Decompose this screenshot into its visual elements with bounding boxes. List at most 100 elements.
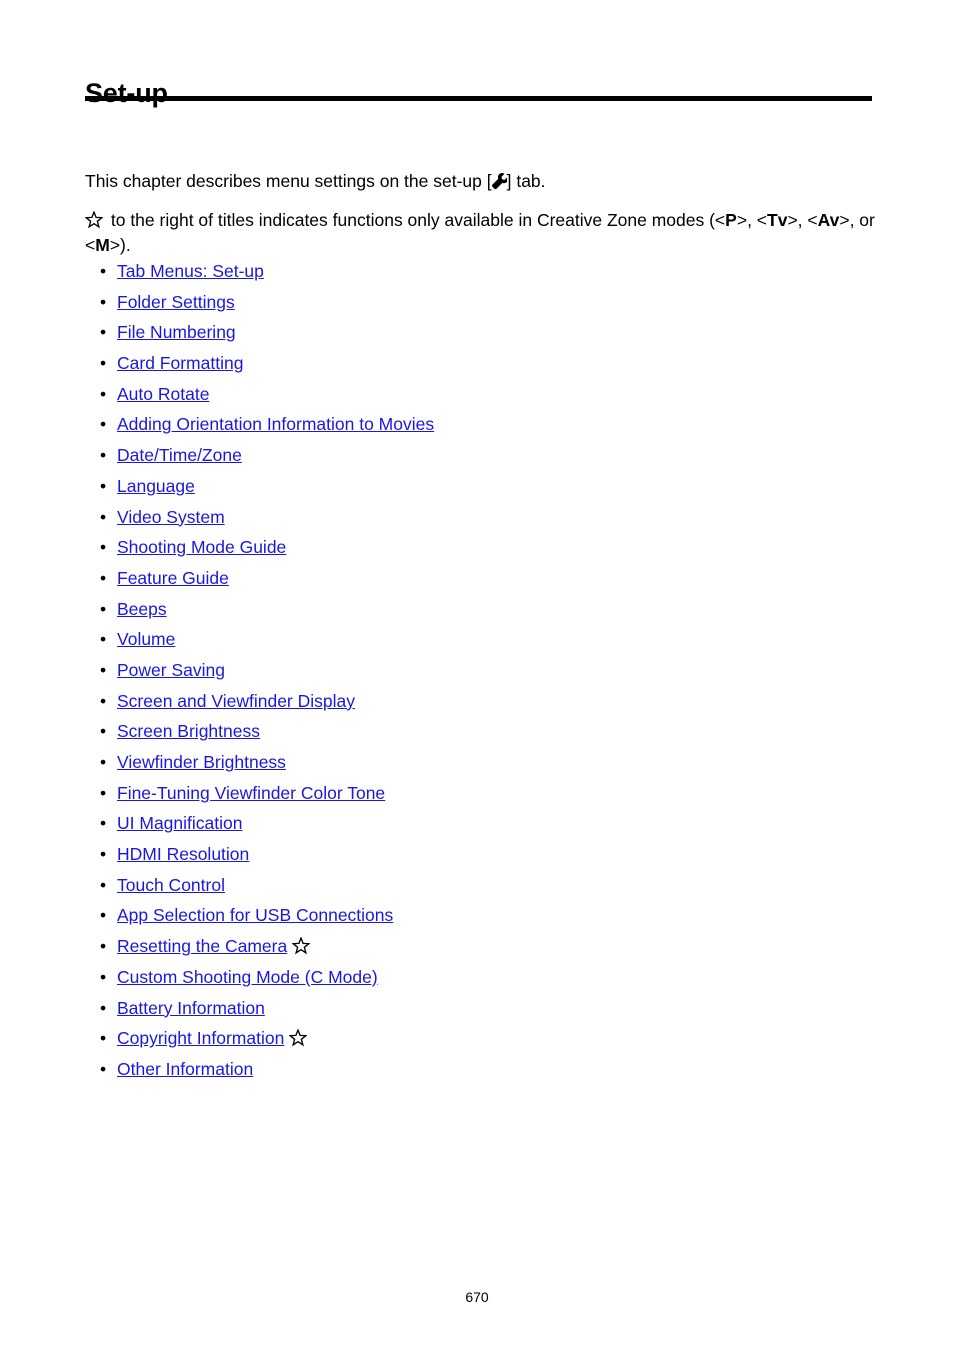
list-bullet: •: [100, 322, 107, 343]
toc-link-battery-information[interactable]: Battery Information: [117, 998, 265, 1018]
toc-link-hdmi-resolution[interactable]: HDMI Resolution: [117, 844, 249, 864]
toc-link-file-numbering[interactable]: File Numbering: [117, 322, 236, 342]
list-bullet: •: [100, 1028, 107, 1049]
list-bullet: •: [100, 659, 107, 680]
list-bullet: •: [100, 690, 107, 711]
list-item: • Resetting the Camera: [85, 931, 905, 962]
toc-link-screen-brightness[interactable]: Screen Brightness: [117, 721, 260, 741]
list-item: • Feature Guide: [85, 563, 905, 594]
toc-link-other-information[interactable]: Other Information: [117, 1059, 253, 1079]
list-bullet: •: [100, 383, 107, 404]
toc-link-beeps[interactable]: Beeps: [117, 599, 167, 619]
toc-link-tab-menus-set-up[interactable]: Tab Menus: Set-up: [117, 261, 264, 281]
intro-star-note-part3: >, <: [787, 209, 818, 230]
list-bullet: •: [100, 936, 107, 957]
title-divider: [85, 96, 872, 101]
list-item: • Custom Shooting Mode (C Mode): [85, 962, 905, 993]
toc-link-adding-orientation-information-to-movies[interactable]: Adding Orientation Information to Movies: [117, 414, 434, 434]
list-item: • App Selection for USB Connections: [85, 900, 905, 931]
list-bullet: •: [100, 353, 107, 374]
list-bullet: •: [100, 1058, 107, 1079]
toc-link-app-selection-for-usb-connections[interactable]: App Selection for USB Connections: [117, 905, 393, 925]
list-item: • Date/Time/Zone: [85, 440, 905, 471]
toc-link-copyright-information[interactable]: Copyright Information: [117, 1028, 284, 1048]
mode-tv-label: Tv: [767, 209, 788, 230]
toc-link-feature-guide[interactable]: Feature Guide: [117, 568, 229, 588]
toc-link-screen-and-viewfinder-display[interactable]: Screen and Viewfinder Display: [117, 691, 355, 711]
toc-link-folder-settings[interactable]: Folder Settings: [117, 292, 235, 312]
toc-link-ui-magnification[interactable]: UI Magnification: [117, 813, 242, 833]
list-item: • Shooting Mode Guide: [85, 532, 905, 563]
list-item: • Card Formatting: [85, 348, 905, 379]
table-of-contents: • Tab Menus: Set-up • Folder Settings • File …: [85, 256, 905, 1085]
list-bullet: •: [100, 966, 107, 987]
list-bullet: •: [100, 291, 107, 312]
list-item: • Tab Menus: Set-up: [85, 256, 905, 287]
list-bullet: •: [100, 997, 107, 1018]
intro-star-note-part5: >).: [109, 234, 131, 255]
toc-link-shooting-mode-guide[interactable]: Shooting Mode Guide: [117, 537, 286, 557]
document-page: Set-up This chapter describes menu setti…: [0, 0, 954, 1345]
star-outline-icon: [85, 210, 103, 229]
list-item: • UI Magnification: [85, 808, 905, 839]
star-outline-icon: [289, 1029, 308, 1047]
list-bullet: •: [100, 506, 107, 527]
intro-paragraph-2: to the right of titles indicates functio…: [85, 208, 885, 258]
list-bullet: •: [100, 598, 107, 619]
wrench-icon: [491, 172, 507, 190]
list-item: • Volume: [85, 624, 905, 655]
intro-star-note-part1: to the right of titles indicates functio…: [106, 209, 726, 230]
list-bullet: •: [100, 567, 107, 588]
list-item: • Power Saving: [85, 655, 905, 686]
list-item: • Battery Information: [85, 993, 905, 1024]
list-item: • File Numbering: [85, 317, 905, 348]
list-bullet: •: [100, 752, 107, 772]
toc-link-custom-shooting-mode-c-mode[interactable]: Custom Shooting Mode (C Mode): [117, 967, 378, 987]
list-item: • Copyright Information: [85, 1023, 905, 1054]
list-bullet: •: [100, 445, 107, 466]
intro-text-before-icon: This chapter describes menu settings on …: [85, 170, 492, 191]
toc-link-fine-tuning-viewfinder-color-tone[interactable]: Fine-Tuning Viewfinder Color Tone: [117, 783, 385, 803]
mode-m-label: M: [95, 234, 110, 255]
list-bullet: •: [100, 905, 107, 926]
intro-text-after-icon: ] tab.: [506, 170, 546, 191]
list-bullet: •: [100, 874, 107, 895]
list-item: • Touch Control: [85, 870, 905, 901]
list-item: • Video System: [85, 502, 905, 533]
toc-link-date-time-zone[interactable]: Date/Time/Zone: [117, 445, 242, 465]
list-bullet: •: [100, 414, 107, 435]
toc-link-power-saving[interactable]: Power Saving: [117, 660, 225, 680]
intro-paragraph-1: This chapter describes menu settings on …: [85, 169, 885, 194]
toc-link-language[interactable]: Language: [117, 476, 195, 496]
intro-star-note-part2: >, <: [736, 209, 768, 230]
list-bullet: •: [100, 782, 107, 803]
page-number: 670: [465, 1289, 489, 1305]
star-outline-icon: [292, 937, 311, 955]
list-item: • Beeps: [85, 594, 905, 625]
list-bullet: •: [100, 261, 107, 281]
list-item: • Viewfinder Brightness: [85, 747, 905, 778]
toc-link-card-formatting[interactable]: Card Formatting: [117, 353, 243, 373]
list-bullet: •: [100, 537, 107, 558]
list-bullet: •: [100, 721, 107, 742]
toc-link-auto-rotate[interactable]: Auto Rotate: [117, 384, 209, 404]
toc-link-volume[interactable]: Volume: [117, 629, 175, 649]
toc-link-viewfinder-brightness[interactable]: Viewfinder Brightness: [117, 752, 286, 772]
list-item: • Folder Settings: [85, 287, 905, 318]
toc-link-resetting-the-camera[interactable]: Resetting the Camera: [117, 936, 287, 956]
list-bullet: •: [100, 844, 107, 865]
list-item: • Screen and Viewfinder Display: [85, 686, 905, 717]
list-bullet: •: [100, 475, 107, 496]
list-bullet: •: [100, 813, 107, 834]
list-item: • HDMI Resolution: [85, 839, 905, 870]
list-item: • Adding Orientation Information to Movie…: [85, 409, 905, 440]
list-item: • Language: [85, 471, 905, 502]
toc-link-video-system[interactable]: Video System: [117, 507, 225, 527]
list-item: • Other Information: [85, 1054, 905, 1085]
toc-link-touch-control[interactable]: Touch Control: [117, 875, 225, 895]
list-item: • Fine-Tuning Viewfinder Color Tone: [85, 778, 905, 809]
page-title: Set-up: [85, 78, 168, 109]
list-item: • Auto Rotate: [85, 379, 905, 410]
mode-p-label: P: [725, 209, 737, 230]
list-bullet: •: [100, 629, 107, 650]
